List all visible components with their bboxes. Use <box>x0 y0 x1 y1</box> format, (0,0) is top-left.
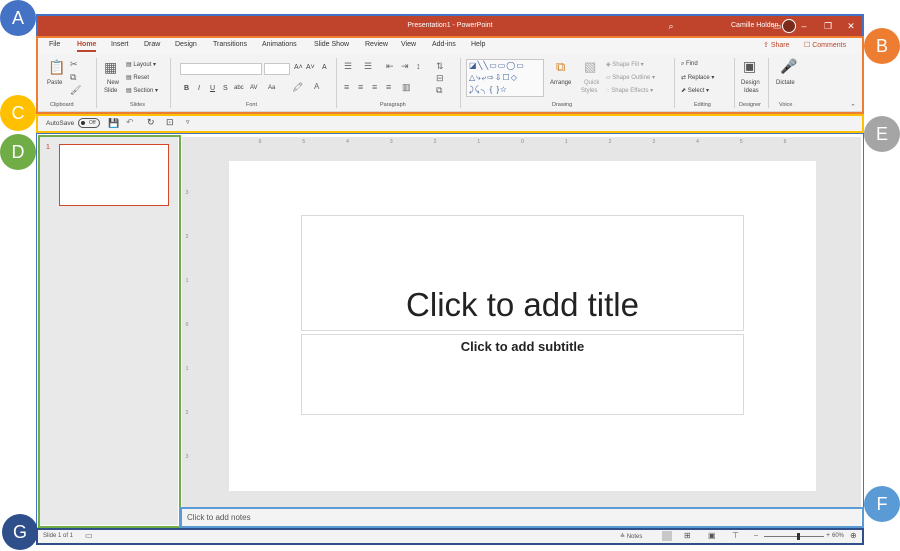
callout-badge-c: C <box>0 95 36 131</box>
callout-badge-g: G <box>2 514 38 550</box>
frame-status-bar <box>36 528 864 545</box>
callout-letter-f: F <box>876 494 888 514</box>
frame-workspace <box>36 133 864 529</box>
callout-letter-b: B <box>875 36 888 56</box>
callout-badge-b: B <box>864 28 900 64</box>
callout-letter-e: E <box>875 124 888 144</box>
callout-badge-f: F <box>864 486 900 522</box>
frame-quick-access <box>36 114 864 133</box>
callout-letter-a: A <box>11 8 24 28</box>
frame-notes <box>180 507 864 528</box>
callout-badge-a: A <box>0 0 36 36</box>
callout-badge-e: E <box>864 116 900 152</box>
callout-letter-g: G <box>12 522 27 542</box>
callout-badge-d: D <box>0 134 36 170</box>
frame-title-bar <box>36 14 864 38</box>
callout-letter-d: D <box>11 142 25 162</box>
frame-ribbon <box>36 36 864 114</box>
callout-letter-c: C <box>11 103 25 123</box>
